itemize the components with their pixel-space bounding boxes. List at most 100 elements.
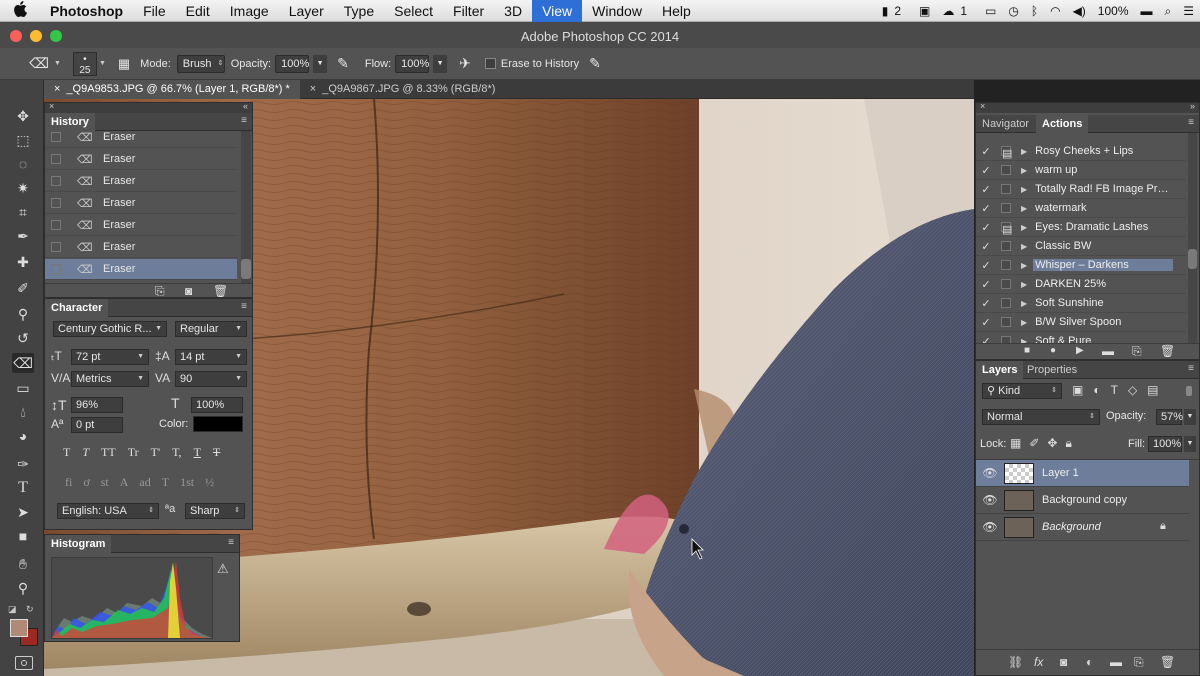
notification-center-icon[interactable]: ☰ xyxy=(1177,4,1200,18)
text-color-swatch[interactable] xyxy=(193,416,243,432)
action-item[interactable]: ✓ ▶ DARKEN 25% xyxy=(976,275,1186,294)
actions-scrollbar[interactable] xyxy=(1188,133,1197,343)
history-item-selected[interactable]: ⌫ Eraser xyxy=(45,259,237,280)
menu-help[interactable]: Help xyxy=(652,0,701,22)
foreground-color-swatch[interactable] xyxy=(10,619,28,637)
close-panel-icon[interactable]: × xyxy=(980,101,985,111)
eraser-tool-icon[interactable]: ⌫ xyxy=(12,353,34,373)
new-group-icon[interactable]: ▬ xyxy=(1110,655,1122,669)
healing-brush-tool-icon[interactable]: ✚ xyxy=(12,252,34,272)
pen-tool-icon[interactable]: ✑ xyxy=(12,454,34,474)
expand-triangle-icon[interactable]: ▶ xyxy=(1021,242,1027,251)
panel-menu-icon[interactable]: ≡ xyxy=(1188,363,1194,374)
close-tab-icon[interactable]: × xyxy=(310,83,316,95)
new-document-from-state-icon[interactable]: ⎘ xyxy=(155,284,165,299)
expand-triangle-icon[interactable]: ▶ xyxy=(1021,147,1027,156)
visibility-eye-icon[interactable]: 👁︎ xyxy=(976,493,1004,507)
action-item[interactable]: ✓ ▶ Soft Sunshine xyxy=(976,294,1186,313)
action-item[interactable]: ✓ ▶ Classic BW xyxy=(976,237,1186,256)
action-dialog-toggle[interactable] xyxy=(1001,317,1011,327)
history-source-checkbox[interactable] xyxy=(51,264,61,274)
brush-size-picker[interactable]: • 25 xyxy=(72,51,97,76)
underline-button[interactable]: T xyxy=(194,445,201,460)
action-dialog-toggle[interactable] xyxy=(1001,165,1011,175)
flow-field[interactable]: 100% xyxy=(395,54,429,73)
tab-actions[interactable]: Actions xyxy=(1036,115,1089,133)
bluetooth-icon[interactable]: ᛒ xyxy=(1025,4,1044,18)
history-source-checkbox[interactable] xyxy=(51,242,61,252)
marquee-tool-icon[interactable]: ⬚ xyxy=(12,130,34,150)
action-item[interactable]: ✓ ▶ Soft & Pure xyxy=(976,332,1186,343)
ordinals-button[interactable]: 1st xyxy=(180,475,194,490)
action-item-selected[interactable]: ✓ ▶ Whisper – Darkens xyxy=(976,256,1186,275)
adjustment-layer-icon[interactable]: ◐ xyxy=(1086,655,1093,669)
tab-character[interactable]: Character xyxy=(45,299,109,317)
adjustment-layer-filter-icon[interactable]: ◐ xyxy=(1093,383,1100,397)
history-source-checkbox[interactable] xyxy=(51,198,61,208)
volume-icon[interactable]: ◀) xyxy=(1067,4,1092,18)
scroll-thumb[interactable] xyxy=(241,259,251,279)
tab-navigator[interactable]: Navigator xyxy=(976,115,1035,133)
visibility-eye-icon[interactable]: 👁︎ xyxy=(976,520,1004,534)
pixel-layer-filter-icon[interactable]: ▣ xyxy=(1072,383,1083,397)
action-enabled-check[interactable]: ✓ xyxy=(976,240,996,253)
titling-button[interactable]: ad xyxy=(139,475,150,490)
history-item[interactable]: ⌫ Eraser xyxy=(45,215,237,236)
move-tool-icon[interactable]: ✥ xyxy=(12,106,34,126)
quick-mask-icon[interactable] xyxy=(15,656,33,670)
collapse-panel-icon[interactable]: « xyxy=(243,101,248,111)
action-enabled-check[interactable]: ✓ xyxy=(976,335,996,344)
type-layer-filter-icon[interactable]: T xyxy=(1111,383,1118,397)
action-enabled-check[interactable]: ✓ xyxy=(976,202,996,215)
layer-row[interactable]: 👁︎ Background 🔒︎ xyxy=(976,514,1189,541)
play-icon[interactable]: ▶ xyxy=(1076,345,1084,356)
font-style-select[interactable]: Regular ▼ xyxy=(175,321,247,337)
action-item[interactable]: ✓ ▶ Totally Rad! FB Image Prep... xyxy=(976,180,1186,199)
antialias-select[interactable]: Sharp ⇕ xyxy=(185,503,245,519)
menu-photoshop[interactable]: Photoshop xyxy=(40,0,133,22)
record-icon[interactable]: ● xyxy=(1050,345,1056,356)
blend-mode-select[interactable]: Normal ⇕ xyxy=(982,409,1100,425)
leading-field[interactable]: 14 pt ▼ xyxy=(175,349,247,365)
spotlight-icon[interactable]: ⌕ xyxy=(1159,4,1178,19)
action-enabled-check[interactable]: ✓ xyxy=(976,297,996,310)
expand-triangle-icon[interactable]: ▶ xyxy=(1021,261,1027,270)
eraser-tool-preset-icon[interactable]: ⌫ xyxy=(26,55,52,72)
action-item[interactable]: ✓ ▤ ▶ Eyes: Dramatic Lashes xyxy=(976,218,1186,237)
status-icon[interactable]: ▮ 2 xyxy=(876,4,913,18)
lock-transparent-icon[interactable]: ▦ xyxy=(1010,436,1021,451)
airbrush-icon[interactable]: ✈ xyxy=(459,55,471,72)
menu-layer[interactable]: Layer xyxy=(279,0,334,22)
crop-tool-icon[interactable]: ⌗ xyxy=(12,202,34,222)
new-set-icon[interactable]: ▬ xyxy=(1102,344,1114,358)
trash-icon[interactable]: 🗑︎ xyxy=(1160,344,1175,358)
contextual-button[interactable]: T xyxy=(162,475,169,490)
action-enabled-check[interactable]: ✓ xyxy=(976,183,996,196)
action-enabled-check[interactable]: ✓ xyxy=(976,278,996,291)
default-colors-icon[interactable]: ◪ xyxy=(8,604,17,615)
expand-triangle-icon[interactable]: ▶ xyxy=(1021,204,1027,213)
faux-italic-button[interactable]: T xyxy=(82,445,89,460)
layer-filter-select[interactable]: ⚲ Kind ⇕ xyxy=(982,383,1062,399)
scroll-thumb[interactable] xyxy=(1188,249,1197,269)
action-item[interactable]: ✓ ▶ warm up xyxy=(976,161,1186,180)
kerning-field[interactable]: Metrics ▼ xyxy=(71,371,149,387)
action-item[interactable]: ✓ ▶ watermark xyxy=(976,199,1186,218)
all-caps-button[interactable]: TT xyxy=(101,445,116,460)
history-source-checkbox[interactable] xyxy=(51,220,61,230)
history-source-checkbox[interactable] xyxy=(51,176,61,186)
action-dialog-toggle[interactable] xyxy=(1001,241,1011,251)
history-brush-tool-icon[interactable]: ↺ xyxy=(12,328,34,348)
action-dialog-toggle[interactable]: ▤ xyxy=(1001,222,1012,236)
brush-panel-toggle-icon[interactable]: ▦ xyxy=(118,56,130,72)
lock-icon[interactable]: 🔒︎ xyxy=(1160,520,1166,533)
lock-image-icon[interactable]: ✐ xyxy=(1029,436,1039,451)
brush-tool-icon[interactable]: ✐ xyxy=(12,278,34,298)
time-machine-icon[interactable]: ◷ xyxy=(1002,4,1024,18)
stylistic-alternates-button[interactable]: A xyxy=(120,475,129,490)
layer-row-selected[interactable]: 👁︎ Layer 1 xyxy=(976,460,1189,487)
menu-file[interactable]: File xyxy=(133,0,176,22)
filter-toggle[interactable] xyxy=(1186,386,1192,396)
lock-position-icon[interactable]: ✥ xyxy=(1047,436,1057,451)
doc-tab-active[interactable]: × _Q9A9853.JPG @ 66.7% (Layer 1, RGB/8*) … xyxy=(44,80,300,99)
